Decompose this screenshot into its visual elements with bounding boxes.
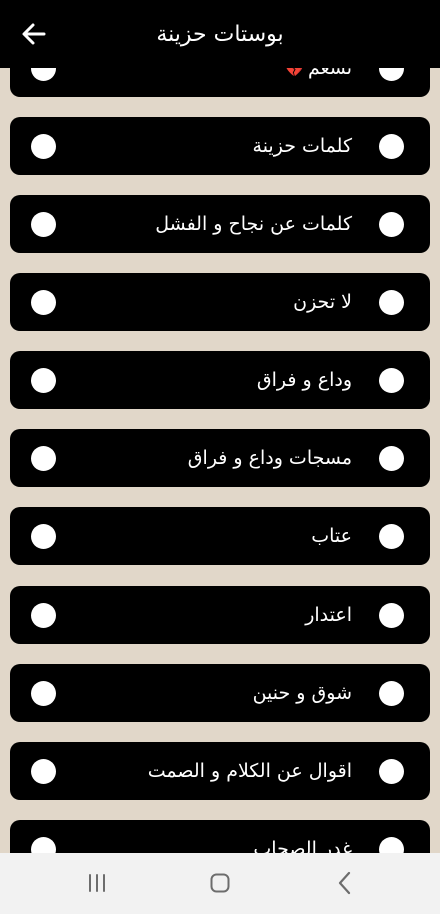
radio-icon[interactable] <box>379 133 404 159</box>
list-item-label: شوق و حنين <box>252 682 352 704</box>
list-item[interactable]: لا تحزن <box>10 273 430 331</box>
radio-icon[interactable] <box>379 523 404 549</box>
list-item[interactable]: كلمات حزينة <box>10 117 430 175</box>
list-item-label: اقوال عن الكلام و الصمت <box>147 760 352 782</box>
app-bar: بوستات حزينة <box>0 0 440 68</box>
radio-icon[interactable] <box>379 445 404 471</box>
list-item[interactable]: اعتدار <box>10 586 430 644</box>
list-item-label: لا تحزن <box>293 291 352 313</box>
list-item[interactable]: وداع و فراق <box>10 351 430 409</box>
radio-icon[interactable] <box>31 680 56 706</box>
radio-icon[interactable] <box>379 211 404 237</box>
list-item-label: مسجات وداع و فراق <box>187 447 352 469</box>
radio-icon[interactable] <box>379 602 404 628</box>
radio-icon[interactable] <box>31 445 56 471</box>
radio-icon[interactable] <box>31 602 56 628</box>
radio-icon[interactable] <box>31 367 56 393</box>
list-item-label: كلمات حزينة <box>252 135 352 157</box>
list-item[interactable]: عتاب <box>10 507 430 565</box>
radio-icon[interactable] <box>31 133 56 159</box>
radio-icon[interactable] <box>379 367 404 393</box>
radio-icon[interactable] <box>379 758 404 784</box>
radio-icon[interactable] <box>379 680 404 706</box>
nav-back-icon[interactable] <box>330 868 360 898</box>
list-item-label: اعتدار <box>305 604 352 626</box>
list-item[interactable]: كلمات عن نجاح و الفشل <box>10 195 430 253</box>
home-icon[interactable] <box>205 868 235 898</box>
list-item-label: وداع و فراق <box>256 369 352 391</box>
radio-icon[interactable] <box>31 523 56 549</box>
system-nav-bar <box>0 853 440 914</box>
arrow-back-icon[interactable] <box>18 18 50 50</box>
page-title: بوستات حزينة <box>156 22 284 47</box>
radio-icon[interactable] <box>31 289 56 315</box>
radio-icon[interactable] <box>31 758 56 784</box>
list-item[interactable]: شوق و حنين <box>10 664 430 722</box>
list-item-label: عتاب <box>311 525 352 547</box>
screen: نسعم💔 كلمات حزينة كلمات عن نجاح و الفشل … <box>0 0 440 914</box>
radio-icon[interactable] <box>31 211 56 237</box>
list-item[interactable]: مسجات وداع و فراق <box>10 429 430 487</box>
recents-icon[interactable] <box>82 868 112 898</box>
list-item[interactable]: اقوال عن الكلام و الصمت <box>10 742 430 800</box>
list-item-label: كلمات عن نجاح و الفشل <box>155 213 352 235</box>
radio-icon[interactable] <box>379 289 404 315</box>
